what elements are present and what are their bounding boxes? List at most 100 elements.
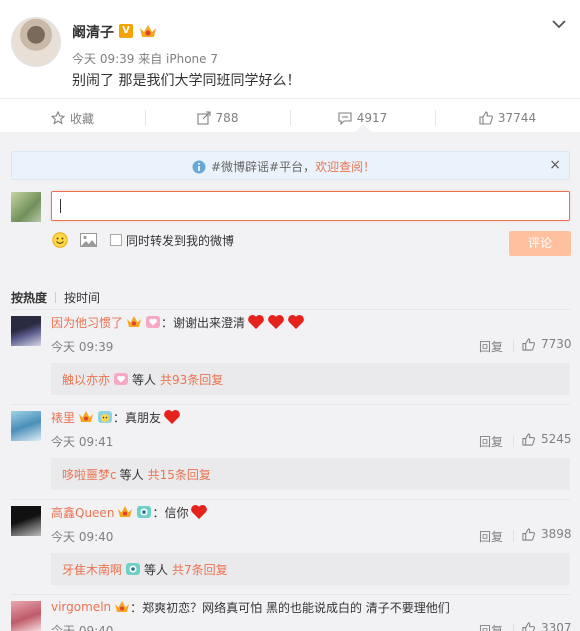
comment-like-count: 3307 — [541, 621, 572, 631]
comment-input[interactable] — [51, 191, 570, 221]
weibo-post: 阚清子 V 今天 09:39 来自 iPhone 7 别闹了 那是我们大学同班同… — [0, 0, 580, 98]
post-meta: 今天 09:39 来自 iPhone 7 — [72, 52, 218, 66]
notice-text: #微博辟谣#平台， — [211, 160, 316, 174]
repost-checkbox-label[interactable]: 同时转发到我的微博 — [126, 232, 234, 249]
thumb-up-icon — [522, 527, 535, 541]
submit-comment-button[interactable]: 评论 — [509, 231, 571, 256]
comment-like-count: 5245 — [541, 432, 572, 446]
comment-text: ：信你 — [152, 505, 189, 520]
text-caret — [60, 199, 61, 213]
author-name[interactable]: 阚清子 — [72, 22, 114, 42]
comment-like-button[interactable]: 7730 — [522, 337, 572, 351]
comment-item: 因为他习惯了 ：谢谢出来澄清 今天 09:39 回复 7730 触以亦亦 等人 … — [0, 310, 580, 405]
sub-replies-link[interactable]: 哆啦噩梦c 等人 共15条回复 — [51, 458, 570, 490]
comment-time: 今天 09:39 — [51, 340, 114, 354]
emoji-icon[interactable] — [52, 232, 68, 248]
reply-button[interactable]: 回复 — [479, 338, 503, 355]
reply-button[interactable]: 回复 — [479, 528, 503, 545]
active-tab-indicator — [355, 124, 371, 132]
commenter-name[interactable]: 裱里 — [51, 409, 75, 426]
action-bar: 收藏 788 4917 37744 — [0, 98, 580, 136]
comment-time: 今天 09:40 — [51, 530, 114, 544]
comment-like-button[interactable]: 3307 — [522, 621, 572, 631]
image-icon[interactable] — [80, 233, 97, 247]
heart-icon — [288, 315, 304, 329]
crown-icon — [118, 506, 133, 517]
reply-button[interactable]: 回复 — [479, 433, 503, 450]
chevron-down-icon[interactable] — [552, 19, 566, 29]
info-icon — [192, 160, 206, 173]
eye-badge-icon — [137, 506, 152, 518]
comment-count: 4917 — [356, 111, 388, 125]
thumb-up-icon — [522, 432, 535, 446]
comment-icon — [338, 112, 352, 125]
commenter-name[interactable]: virgomeln — [51, 600, 111, 614]
comment-like-count: 3898 — [541, 527, 572, 541]
comment-item: virgomeln ：郑爽初恋？网络真可怕 黑的也能说成白的 清子不要理他们 今… — [0, 595, 580, 631]
notice-link[interactable]: 欢迎查阅！ — [315, 158, 375, 175]
crown-icon[interactable] — [139, 24, 157, 39]
repost-count: 788 — [215, 111, 239, 125]
verified-badge[interactable]: V — [119, 24, 133, 38]
thumb-up-icon — [522, 621, 535, 631]
comment-area: #微博辟谣#平台， 欢迎查阅！ × 同时转发到我的微博 评论 按热度 按时间 因为… — [0, 132, 580, 631]
crown-icon — [127, 316, 142, 327]
heart-icon — [191, 505, 208, 519]
heart-icon — [268, 315, 284, 329]
comment-like-button[interactable]: 5245 — [522, 432, 572, 446]
crown-icon — [79, 411, 94, 422]
sort-by-hot[interactable]: 按热度 — [11, 291, 47, 305]
like-count: 37744 — [497, 111, 537, 125]
close-icon[interactable]: × — [549, 157, 561, 173]
sub-reply-user[interactable]: 哆啦噩梦c — [62, 466, 117, 483]
commenter-avatar[interactable] — [11, 316, 41, 346]
repost-icon — [196, 111, 211, 125]
sub-reply-count[interactable]: 共15条回复 — [148, 466, 211, 483]
member-badge-icon — [146, 316, 161, 328]
sort-by-time[interactable]: 按时间 — [64, 291, 100, 305]
crown-icon — [115, 601, 130, 612]
comment-text: ：郑爽初恋？网络真可怕 黑的也能说成白的 清子不要理他们 — [130, 600, 450, 615]
comment-item: 高鑫Queen ：信你 今天 09:40 回复 3898 牙隹木南啊 等人 共7… — [0, 500, 580, 595]
comment-text: ：真朋友 — [113, 410, 162, 425]
eye-badge-icon — [126, 563, 141, 575]
sub-reply-count[interactable]: 共93条回复 — [160, 371, 223, 388]
sub-reply-user[interactable]: 牙隹木南啊 — [62, 561, 122, 578]
rumor-notice: #微博辟谣#平台， 欢迎查阅！ × — [11, 151, 570, 180]
star-icon — [50, 111, 65, 125]
sort-bar: 按热度 按时间 — [11, 289, 100, 306]
action-divider — [513, 435, 514, 447]
post-text: 别闹了 那是我们大学同班同学好么！ — [72, 73, 301, 89]
heart-icon — [248, 315, 264, 329]
commenter-name[interactable]: 因为他习惯了 — [51, 314, 123, 331]
action-divider — [513, 624, 514, 631]
thumb-up-icon — [522, 337, 535, 351]
sub-replies-link[interactable]: 牙隹木南啊 等人 共7条回复 — [51, 553, 570, 585]
comment-time: 今天 09:41 — [51, 435, 114, 449]
action-divider — [513, 530, 514, 542]
sub-reply-user[interactable]: 触以亦亦 — [62, 371, 110, 388]
commenter-avatar[interactable] — [11, 506, 41, 536]
sub-reply-mid: 等人 — [119, 467, 144, 482]
commenter-name[interactable]: 高鑫Queen — [51, 504, 114, 521]
comment-text: ：谢谢出来澄清 — [161, 315, 246, 330]
sub-reply-count[interactable]: 共7条回复 — [172, 561, 228, 578]
comment-like-count: 7730 — [541, 337, 572, 351]
repost-checkbox[interactable] — [110, 234, 122, 246]
my-avatar — [11, 192, 41, 222]
sub-reply-mid: 等人 — [132, 372, 157, 387]
cat-badge-icon — [98, 411, 113, 423]
action-divider — [513, 340, 514, 352]
commenter-avatar[interactable] — [11, 411, 41, 441]
sort-divider — [55, 292, 57, 303]
author-avatar[interactable] — [11, 17, 61, 67]
thumb-up-icon — [479, 111, 493, 125]
reply-button[interactable]: 回复 — [479, 622, 503, 631]
comment-like-button[interactable]: 3898 — [522, 527, 572, 541]
favorite-label: 收藏 — [69, 111, 94, 126]
member-badge-icon — [114, 373, 129, 385]
sub-reply-mid: 等人 — [144, 562, 169, 577]
commenter-avatar[interactable] — [11, 601, 41, 631]
comment-time: 今天 09:40 — [51, 624, 114, 631]
sub-replies-link[interactable]: 触以亦亦 等人 共93条回复 — [51, 363, 570, 395]
